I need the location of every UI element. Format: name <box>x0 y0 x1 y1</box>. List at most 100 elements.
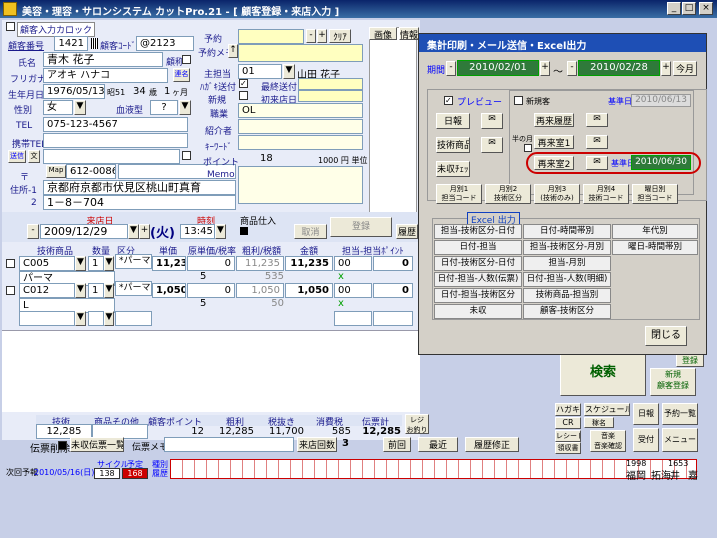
excel-date-hour[interactable]: 日付-時間帯別 <box>523 224 611 239</box>
last-send-field[interactable] <box>298 78 363 90</box>
nickname-checkbox[interactable] <box>182 55 191 64</box>
excel-customer-kubun[interactable]: 顧客-技術区分 <box>523 304 611 319</box>
period-to-field[interactable]: 2010/02/28 <box>578 60 660 76</box>
row2-kubun[interactable]: *パーマ <box>115 281 152 296</box>
map-button[interactable]: Map <box>46 165 66 178</box>
excel-age[interactable]: 年代別 <box>612 224 698 239</box>
row1-amount[interactable]: 11,235 <box>285 256 333 271</box>
yoyaku-minus-button[interactable]: - <box>306 29 316 43</box>
main-staff-code[interactable]: 01 <box>238 64 282 79</box>
period-from-field[interactable]: 2010/02/01 <box>457 60 539 76</box>
daily-mail-icon[interactable]: ✉ <box>481 113 503 129</box>
tab-info[interactable]: 情報 <box>399 27 419 40</box>
row1-point[interactable]: 0 <box>373 256 413 271</box>
repeat2-button[interactable]: 再来室2 <box>534 156 574 170</box>
row1-orig[interactable]: 0 <box>187 256 235 271</box>
entry-card-checkbox[interactable] <box>6 22 15 31</box>
search-button[interactable]: 検索 <box>560 350 646 396</box>
staff-dropdown-icon[interactable]: ▼ <box>283 64 295 79</box>
row1-code-dropdown-icon[interactable]: ▼ <box>75 256 86 271</box>
latest-visit-button[interactable]: 最近 <box>418 437 458 452</box>
excel-date-staff[interactable]: 日付-担当 <box>434 240 522 255</box>
joint-name-button[interactable]: 連名 <box>173 68 190 82</box>
row2-qty[interactable]: 1 <box>88 283 104 298</box>
row1-price[interactable]: 11,235 <box>152 256 186 271</box>
row2-checkbox[interactable] <box>6 286 15 295</box>
excel-unpaid[interactable]: 未収 <box>434 304 522 319</box>
row3-code[interactable] <box>19 311 75 326</box>
monthly2-button[interactable]: 月別2 技術区分 <box>485 184 531 204</box>
yoyaku-memo-field[interactable] <box>238 44 363 62</box>
email-field[interactable] <box>43 149 180 164</box>
mobile-field[interactable] <box>43 133 188 148</box>
sex-dropdown-icon[interactable]: ▼ <box>74 100 86 115</box>
history-fix-button[interactable]: 履歴修正 <box>465 437 519 452</box>
time-field[interactable]: 13:45 <box>180 224 215 239</box>
new-customer-button[interactable]: 新規 顧客登録 <box>650 368 696 396</box>
preview-checkbox[interactable]: ✓ <box>444 96 453 105</box>
tel-field[interactable]: 075-123-4567 <box>43 117 188 132</box>
monthly4-button[interactable]: 月別4 技術コード <box>583 184 629 204</box>
dm-checkbox[interactable]: ✓ <box>239 79 248 88</box>
register-reji-button[interactable]: レジ お釣り <box>405 414 429 434</box>
hagaki-button[interactable]: ハガキ <box>555 403 581 416</box>
job-field[interactable]: OL <box>238 103 363 118</box>
intro-field[interactable] <box>238 119 363 134</box>
maximize-button[interactable]: □ <box>682 2 696 15</box>
row1-staff[interactable]: 00 <box>334 256 372 271</box>
period-to-plus-button[interactable]: + <box>661 61 671 76</box>
customer-number-field[interactable]: 1421 <box>54 36 88 51</box>
name-field[interactable]: 青木 花子 <box>43 52 163 67</box>
row1-qty-dropdown-icon[interactable]: ▼ <box>104 256 114 271</box>
excel-staff-month[interactable]: 担当-月別 <box>523 256 611 271</box>
row1-code[interactable]: C005 <box>19 256 75 271</box>
row2-amount[interactable]: 1,050 <box>285 283 333 298</box>
address2-field[interactable]: 1－8－704 <box>43 195 236 210</box>
yoyaku-plus-button[interactable]: + <box>317 29 327 43</box>
yoyaku-list-button[interactable]: 予約一覧 <box>662 403 698 425</box>
unpaid-check-button[interactable]: 未収ﾁｪｯｸ <box>436 161 470 177</box>
history-calendar-strip[interactable] <box>170 459 697 479</box>
row2-qty-dropdown-icon[interactable]: ▼ <box>104 283 114 298</box>
repeat1-mail-icon[interactable]: ✉ <box>586 135 608 149</box>
excel-staff-kubun-month[interactable]: 担当-技術区分-月別 <box>523 240 611 255</box>
weekday-button[interactable]: 曜日別 担当コード <box>632 184 678 204</box>
base-date2-field[interactable]: 2010/06/30 <box>631 155 691 170</box>
address1-field[interactable]: 京都府京都市伏見区桃山町真育 <box>43 180 236 195</box>
kana-field[interactable]: アオキ ハナコ <box>43 68 168 83</box>
repeat-history-button[interactable]: 再来履歴 <box>534 113 574 127</box>
time-dropdown-icon[interactable]: ▼ <box>215 224 226 239</box>
schedule-button[interactable]: スケジュール <box>584 403 630 416</box>
mail-text-button[interactable]: 文 <box>28 150 40 163</box>
row3-kubun[interactable] <box>115 311 152 326</box>
email-checkbox[interactable] <box>182 151 191 160</box>
excel-staff-kubun-date[interactable]: 担当-技術区分-日付 <box>434 224 522 239</box>
goods-checkbox[interactable] <box>240 227 248 235</box>
slip-memo-field[interactable] <box>164 437 294 452</box>
daily-print-button[interactable]: 日報 <box>436 113 470 129</box>
date-next-button[interactable]: + <box>139 224 150 239</box>
history-button[interactable]: 履歴 <box>396 224 418 239</box>
this-month-button[interactable]: 今月 <box>673 61 697 76</box>
half-month-checkbox[interactable] <box>524 144 532 152</box>
row2-staff[interactable]: 00 <box>334 283 372 298</box>
music-button[interactable]: 音楽 音楽確認 <box>590 430 626 452</box>
prev-visit-button[interactable]: 前回 <box>383 437 411 452</box>
repeat-history-mail-icon[interactable]: ✉ <box>586 113 608 127</box>
new-checkbox[interactable] <box>239 91 248 100</box>
excel-date-staff-kubun[interactable]: 日付-担当-技術区分 <box>434 288 522 303</box>
receipt-button[interactable]: レシート <box>555 430 581 442</box>
repeat1-button[interactable]: 再来室1 <box>534 135 574 149</box>
minimize-button[interactable]: _ <box>667 2 681 15</box>
ryoshu-button[interactable]: 領収書 <box>555 442 581 454</box>
row2-orig[interactable]: 0 <box>187 283 235 298</box>
row2-code-dropdown-icon[interactable]: ▼ <box>75 283 86 298</box>
excel-tech-staff[interactable]: 技術商品-担当別 <box>523 288 611 303</box>
register-button[interactable]: 登録 <box>330 217 392 237</box>
mail-send-button[interactable]: 送信 <box>8 150 26 163</box>
period-to-minus-button[interactable]: - <box>567 61 577 76</box>
visit-date-field[interactable]: 2009/12/29 <box>40 224 128 239</box>
zip-field[interactable]: 612-0086 <box>66 164 116 179</box>
blood-dropdown-icon[interactable]: ▼ <box>179 100 191 115</box>
row3-staff[interactable] <box>334 311 372 326</box>
